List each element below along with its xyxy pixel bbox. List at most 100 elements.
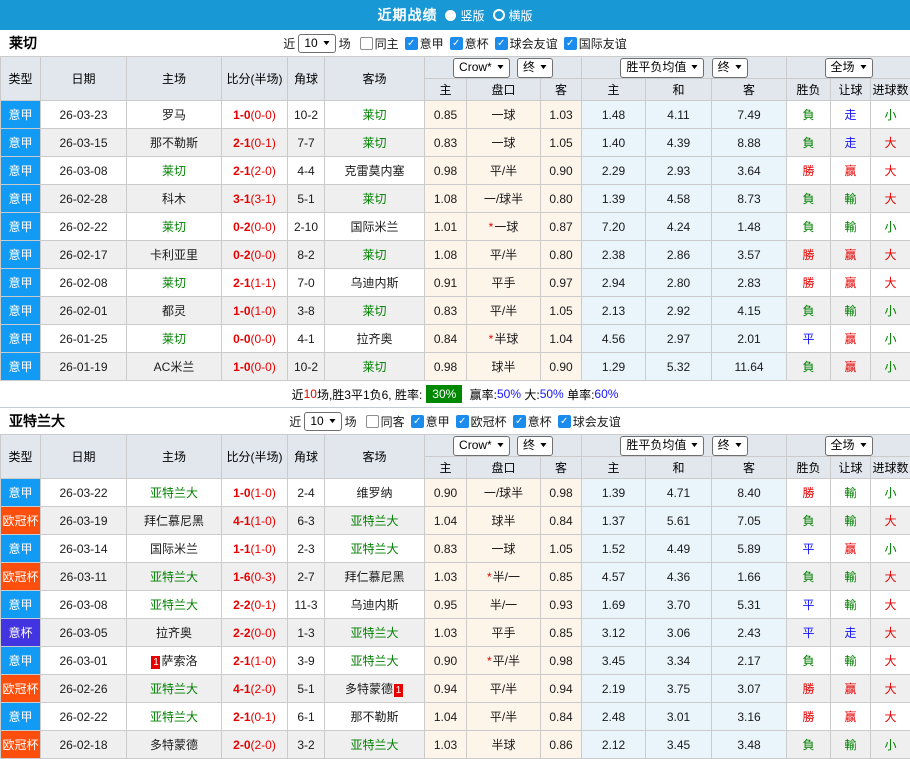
chevron-down-icon: ▼ <box>495 59 505 76</box>
avg-draw: 5.32 <box>646 353 712 381</box>
match-score: 1-0(1-0) <box>222 479 288 507</box>
checkbox-unchecked-icon[interactable] <box>360 37 373 50</box>
summary-part: 近 <box>292 386 304 403</box>
handicap: 平/半 <box>467 703 541 731</box>
away-team: 维罗纳 <box>325 479 425 507</box>
scope-select[interactable]: 全场▼ <box>825 436 873 456</box>
league-badge: 欧冠杯 <box>1 507 41 535</box>
recent-count-select[interactable]: 10▼ <box>298 34 335 53</box>
filter-option[interactable]: ✓意杯 <box>513 413 552 430</box>
summary-part: 30% <box>426 385 462 403</box>
titlebar: 近期战绩 竖版 横版 <box>0 0 910 30</box>
result-wdl: 平 <box>787 325 831 353</box>
checkbox-checked-icon[interactable]: ✓ <box>405 37 418 50</box>
result-wdl: 負 <box>787 185 831 213</box>
halftime-score: (3-1) <box>251 192 276 206</box>
fulltime-score: 0-2 <box>233 220 250 234</box>
radio-vertical-label[interactable]: 竖版 <box>460 7 484 24</box>
checkbox-checked-icon[interactable]: ✓ <box>450 37 463 50</box>
filter-option[interactable]: ✓意甲 <box>405 35 444 52</box>
odds-source-select[interactable]: Crow*▼ <box>453 436 510 456</box>
radio-horizontal-label[interactable]: 横版 <box>509 7 533 24</box>
handicap: 球半 <box>467 507 541 535</box>
filter-option[interactable]: ✓球会友谊 <box>495 35 558 52</box>
odds-final-select[interactable]: 终▼ <box>517 436 553 456</box>
avg-lose: 7.49 <box>712 101 787 129</box>
result-goals: 大 <box>871 241 910 269</box>
fulltime-score: 1-0 <box>233 360 250 374</box>
halftime-score: (0-0) <box>251 248 276 262</box>
filter-option[interactable]: ✓欧冠杯 <box>456 413 507 430</box>
avg-group-header: 胜平负均值▼ 终▼ <box>582 57 787 79</box>
fulltime-score: 2-2 <box>233 626 250 640</box>
col-header-corner: 角球 <box>288 435 325 479</box>
odds-home: 0.91 <box>425 269 467 297</box>
scope-select[interactable]: 全场▼ <box>825 58 873 78</box>
col-header-avg-lose: 客 <box>712 79 787 101</box>
odds-source-value: Crow* <box>459 59 492 76</box>
filter-option[interactable]: ✓国际友谊 <box>564 35 627 52</box>
checkbox-checked-icon[interactable]: ✓ <box>513 415 526 428</box>
avg-win: 1.29 <box>582 353 646 381</box>
match-score: 2-0(2-0) <box>222 731 288 759</box>
recent-count-select[interactable]: 10▼ <box>304 412 341 431</box>
halftime-score: (1-0) <box>251 514 276 528</box>
avg-final-value: 终 <box>718 59 730 76</box>
avg-source-select[interactable]: 胜平负均值▼ <box>620 58 704 78</box>
avg-final-select[interactable]: 终▼ <box>712 436 748 456</box>
checkbox-checked-icon[interactable]: ✓ <box>456 415 469 428</box>
halftime-score: (0-0) <box>251 220 276 234</box>
corner-score: 2-3 <box>288 535 325 563</box>
result-handicap: 赢 <box>831 535 871 563</box>
match-row: 意甲26-02-17卡利亚里0-2(0-0)8-2莱切1.08平/半0.802.… <box>1 241 910 269</box>
odds-final-select[interactable]: 终▼ <box>517 58 553 78</box>
col-header-date: 日期 <box>41 435 127 479</box>
filter-option[interactable]: 同客 <box>366 413 405 430</box>
result-handicap: 輸 <box>831 591 871 619</box>
col-header-goals: 进球数 <box>871 457 910 479</box>
home-team: 1萨索洛 <box>127 647 222 675</box>
handicap-star: * <box>487 654 492 668</box>
avg-source-select[interactable]: 胜平负均值▼ <box>620 436 704 456</box>
checkbox-checked-icon[interactable]: ✓ <box>495 37 508 50</box>
radio-unselected-icon[interactable] <box>493 9 505 21</box>
checkbox-checked-icon[interactable]: ✓ <box>564 37 577 50</box>
odds-away: 0.93 <box>541 591 582 619</box>
radio-selected-icon[interactable] <box>445 10 456 21</box>
home-team: 多特蒙德 <box>127 731 222 759</box>
avg-final-select[interactable]: 终▼ <box>712 58 748 78</box>
away-team: 莱切 <box>325 297 425 325</box>
handicap: 平/半 <box>467 241 541 269</box>
result-goals: 小 <box>871 353 910 381</box>
handicap: 一球 <box>467 101 541 129</box>
radio-option-horizontal[interactable]: 横版 <box>493 7 533 24</box>
radio-option-vertical[interactable]: 竖版 <box>445 7 484 24</box>
away-team-name: 多特蒙德 <box>345 682 393 696</box>
handicap: *平/半 <box>467 647 541 675</box>
odds-away: 0.85 <box>541 563 582 591</box>
filter-option[interactable]: 同主 <box>360 35 399 52</box>
avg-lose: 2.01 <box>712 325 787 353</box>
odds-away: 0.80 <box>541 241 582 269</box>
checkbox-checked-icon[interactable]: ✓ <box>411 415 424 428</box>
avg-win: 7.20 <box>582 213 646 241</box>
halftime-score: (1-0) <box>251 654 276 668</box>
corner-score: 2-7 <box>288 563 325 591</box>
result-handicap: 赢 <box>831 241 871 269</box>
odds-home: 1.04 <box>425 703 467 731</box>
filter-option[interactable]: ✓球会友谊 <box>558 413 621 430</box>
odds-source-select[interactable]: Crow*▼ <box>453 58 510 78</box>
corner-score: 6-1 <box>288 703 325 731</box>
away-team-name: 亚特兰大 <box>350 738 398 752</box>
filter-option[interactable]: ✓意杯 <box>450 35 489 52</box>
avg-win: 2.12 <box>582 731 646 759</box>
col-header-corner: 角球 <box>288 57 325 101</box>
home-team-name: 莱切 <box>162 220 186 234</box>
filter-option[interactable]: ✓意甲 <box>411 413 450 430</box>
match-row: 意甲26-03-22亚特兰大1-0(1-0)2-4维罗纳0.90一/球半0.98… <box>1 479 910 507</box>
odds-group-header: Crow*▼ 终▼ <box>425 435 582 457</box>
checkbox-unchecked-icon[interactable] <box>366 415 379 428</box>
result-handicap: 輸 <box>831 507 871 535</box>
checkbox-checked-icon[interactable]: ✓ <box>558 415 571 428</box>
result-handicap: 赢 <box>831 157 871 185</box>
